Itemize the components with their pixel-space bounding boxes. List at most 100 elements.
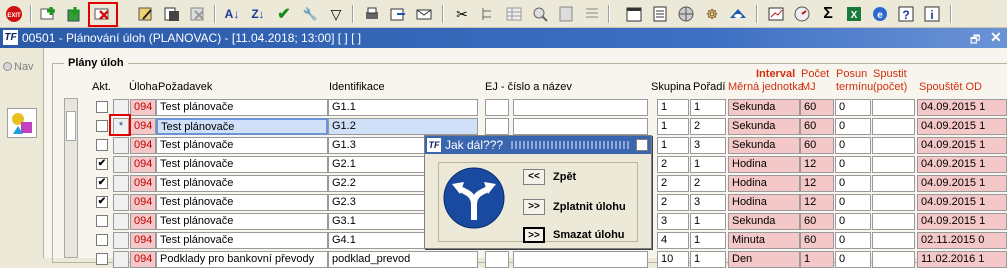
pozadavek-cell[interactable]: Test plánovače xyxy=(156,137,328,154)
print-icon[interactable] xyxy=(362,4,382,24)
pocet-cell[interactable]: 60 xyxy=(800,213,834,230)
uloha-cell[interactable]: 094 xyxy=(130,137,156,154)
poradi-cell[interactable]: 1 xyxy=(690,213,726,230)
smazat-button[interactable]: >> xyxy=(523,227,545,243)
scissors-icon[interactable]: ✂ xyxy=(452,4,472,24)
active-checkbox[interactable] xyxy=(96,234,108,246)
jednotka-cell[interactable]: Sekunda xyxy=(728,99,800,116)
pozadavek-cell[interactable]: Test plánovače xyxy=(156,194,328,211)
row-marker-cell[interactable] xyxy=(113,137,129,154)
active-checkbox[interactable] xyxy=(96,215,108,227)
active-checkbox[interactable]: ✔ xyxy=(96,177,108,189)
uloha-cell[interactable]: 094 xyxy=(130,175,156,192)
ej-name-cell[interactable] xyxy=(513,251,648,268)
ej-number-cell[interactable] xyxy=(485,251,509,268)
skupina-cell[interactable]: 1 xyxy=(657,137,689,154)
globe-icon[interactable] xyxy=(676,4,696,24)
skupina-cell[interactable]: 1 xyxy=(657,118,689,135)
pozadavek-cell[interactable]: Test plánovače xyxy=(156,99,328,116)
uloha-cell[interactable]: 094 xyxy=(130,156,156,173)
spoustet-cell[interactable]: 04.09.2015 1 xyxy=(917,175,1007,192)
spustit-cell[interactable] xyxy=(872,175,915,192)
cut-icon[interactable] xyxy=(188,4,208,24)
active-checkbox[interactable] xyxy=(96,101,108,113)
spustit-cell[interactable] xyxy=(872,232,915,249)
check-icon[interactable]: ✔ xyxy=(274,4,294,24)
zpet-button[interactable]: << xyxy=(523,169,545,185)
spoustet-cell[interactable]: 04.09.2015 1 xyxy=(917,118,1007,135)
identifikace-cell[interactable]: G1.2 xyxy=(328,118,478,135)
gauge-icon[interactable] xyxy=(792,4,812,24)
skupina-cell[interactable]: 2 xyxy=(657,175,689,192)
spoustet-cell[interactable]: 02.11.2015 0 xyxy=(917,232,1007,249)
nav-radio[interactable]: Nav xyxy=(3,61,34,73)
list-icon[interactable] xyxy=(582,4,602,24)
posun-cell[interactable]: 0 xyxy=(835,232,871,249)
posun-cell[interactable]: 0 xyxy=(835,194,871,211)
pocet-cell[interactable]: 60 xyxy=(800,118,834,135)
help-icon[interactable]: ? xyxy=(896,4,916,24)
pocet-cell[interactable]: 60 xyxy=(800,137,834,154)
row-marker-cell[interactable] xyxy=(113,251,129,268)
spoustet-cell[interactable]: 11.02.2016 1 xyxy=(917,251,1007,268)
active-checkbox[interactable] xyxy=(96,120,108,132)
posun-cell[interactable]: 0 xyxy=(835,251,871,268)
poradi-cell[interactable]: 1 xyxy=(690,156,726,173)
spoustet-cell[interactable]: 04.09.2015 1 xyxy=(917,99,1007,116)
posun-cell[interactable]: 0 xyxy=(835,213,871,230)
active-checkbox[interactable]: ✔ xyxy=(96,196,108,208)
jednotka-cell[interactable]: Sekunda xyxy=(728,137,800,154)
posun-cell[interactable]: 0 xyxy=(835,175,871,192)
pocet-cell[interactable]: 12 xyxy=(800,156,834,173)
jednotka-cell[interactable]: Den xyxy=(728,251,800,268)
uloha-cell[interactable]: 094 xyxy=(130,194,156,211)
poradi-cell[interactable]: 3 xyxy=(690,137,726,154)
pozadavek-cell[interactable]: Test plánovače xyxy=(156,232,328,249)
dialog-close-icon[interactable] xyxy=(636,139,648,151)
ie-icon[interactable]: e xyxy=(870,4,890,24)
row-marker-cell[interactable] xyxy=(113,175,129,192)
pozadavek-cell[interactable]: Test plánovače xyxy=(156,118,328,135)
edit-icon[interactable] xyxy=(136,4,156,24)
uloha-cell[interactable]: 094 xyxy=(130,251,156,268)
pozadavek-cell[interactable]: Podklady pro bankovní převody xyxy=(156,251,328,268)
poradi-cell[interactable]: 2 xyxy=(690,175,726,192)
jednotka-cell[interactable]: Hodina xyxy=(728,194,800,211)
sort-desc-icon[interactable]: Z↓ xyxy=(248,4,268,24)
uloha-cell[interactable]: 094 xyxy=(130,213,156,230)
add-copy-icon[interactable] xyxy=(64,4,84,24)
jednotka-cell[interactable]: Sekunda xyxy=(728,118,800,135)
active-checkbox[interactable]: ✔ xyxy=(96,158,108,170)
skupina-cell[interactable]: 3 xyxy=(657,213,689,230)
poradi-cell[interactable]: 1 xyxy=(690,99,726,116)
ej-number-cell[interactable] xyxy=(485,118,509,135)
row-marker-cell[interactable] xyxy=(113,213,129,230)
spoustet-cell[interactable]: 04.09.2015 1 xyxy=(917,137,1007,154)
skupina-cell[interactable]: 2 xyxy=(657,156,689,173)
uloha-cell[interactable]: 094 xyxy=(130,99,156,116)
spustit-cell[interactable] xyxy=(872,137,915,154)
zplatnit-button[interactable]: >> xyxy=(523,199,545,215)
active-checkbox[interactable] xyxy=(96,253,108,265)
info-icon[interactable]: i xyxy=(922,4,942,24)
poradi-cell[interactable]: 3 xyxy=(690,194,726,211)
shapes-icon[interactable] xyxy=(7,108,37,138)
skupina-cell[interactable]: 4 xyxy=(657,232,689,249)
sort-asc-icon[interactable]: A↓ xyxy=(222,4,242,24)
spustit-cell[interactable] xyxy=(872,118,915,135)
ej-name-cell[interactable] xyxy=(513,118,648,135)
skupina-cell[interactable]: 1 xyxy=(657,99,689,116)
poradi-cell[interactable]: 1 xyxy=(690,251,726,268)
pocet-cell[interactable]: 60 xyxy=(800,99,834,116)
jednotka-cell[interactable]: Minuta xyxy=(728,232,800,249)
poradi-cell[interactable]: 2 xyxy=(690,118,726,135)
calendar-icon[interactable] xyxy=(624,4,644,24)
pocet-cell[interactable]: 12 xyxy=(800,194,834,211)
spustit-cell[interactable] xyxy=(872,213,915,230)
spustit-cell[interactable] xyxy=(872,156,915,173)
skupina-cell[interactable]: 2 xyxy=(657,194,689,211)
excel-icon[interactable]: X xyxy=(844,4,864,24)
tools-icon[interactable]: 🔧 xyxy=(300,4,320,24)
sum-icon[interactable]: Σ xyxy=(818,4,838,24)
chart-icon[interactable] xyxy=(766,4,786,24)
